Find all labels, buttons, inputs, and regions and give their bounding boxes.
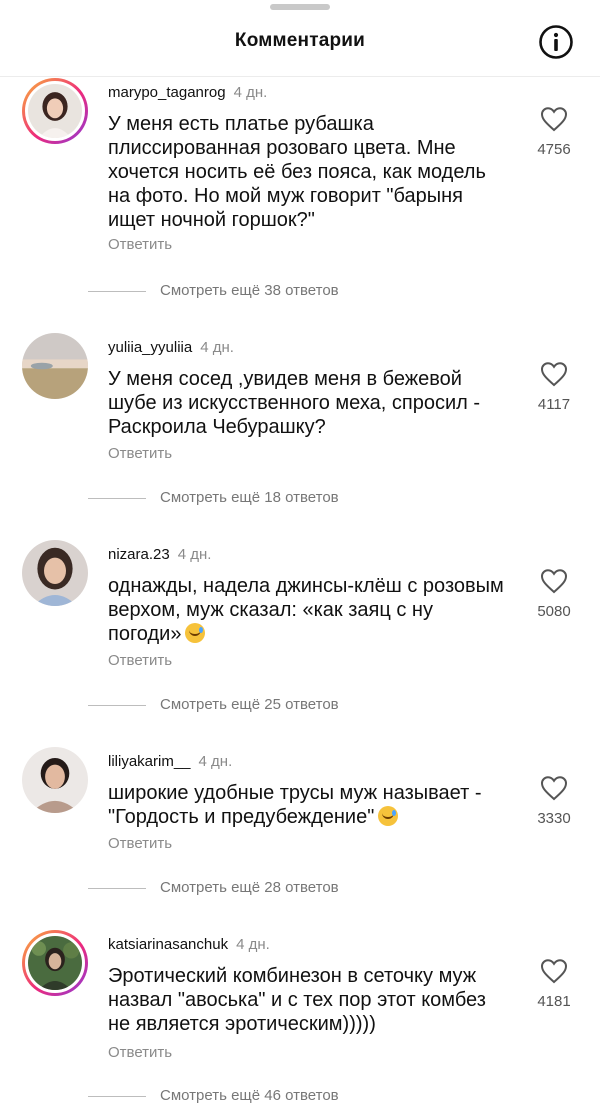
avatar[interactable]	[22, 78, 88, 144]
like-button[interactable]: 4181	[530, 958, 578, 1010]
like-button[interactable]: 3330	[530, 775, 578, 827]
comment-meta: marypo_taganrog 4 дн.	[108, 84, 267, 101]
comment-meta: nizara.23 4 дн.	[108, 546, 211, 563]
like-button[interactable]: 4756	[530, 106, 578, 158]
heart-icon	[540, 107, 568, 132]
like-count: 5080	[537, 603, 571, 620]
view-more-replies[interactable]: Смотреть ещё 25 ответов	[88, 696, 339, 713]
reply-button[interactable]: Ответить	[108, 445, 172, 462]
avatar[interactable]	[22, 333, 88, 399]
reply-button[interactable]: Ответить	[108, 1044, 172, 1061]
like-count: 3330	[537, 810, 571, 827]
info-icon[interactable]	[538, 24, 574, 60]
comment-time: 4 дн.	[200, 339, 234, 356]
comment-time: 4 дн.	[198, 753, 233, 770]
comment-username[interactable]: marypo_taganrog	[108, 84, 226, 101]
comment-time: 4 дн.	[177, 546, 212, 563]
reply-button[interactable]: Ответить	[108, 236, 172, 253]
like-count: 4756	[537, 141, 571, 158]
comments-header: Комментарии	[0, 0, 600, 77]
view-more-replies[interactable]: Смотреть ещё 38 ответов	[88, 282, 339, 299]
page-title: Комментарии	[234, 30, 366, 51]
comment-text: широкие удобные трусы муж называет - "Го…	[108, 782, 482, 828]
heart-icon	[540, 776, 568, 801]
view-more-replies[interactable]: Смотреть ещё 18 ответов	[88, 489, 339, 506]
like-count: 4117	[537, 396, 571, 413]
comment-username[interactable]: liliyakarim__	[108, 753, 191, 770]
like-count: 4181	[537, 993, 571, 1010]
comment-time: 4 дн.	[236, 936, 270, 953]
view-more-replies[interactable]: Смотреть ещё 46 ответов	[88, 1087, 339, 1104]
comment-text: однажды, надела джинсы-клёш с розовым ве…	[108, 575, 504, 645]
sweat-smile-emoji	[185, 623, 206, 643]
comment-text: У меня сосед ,увидев меня в бежевой шубе…	[108, 368, 481, 438]
comment-meta: katsiarinasanchuk 4 дн.	[108, 936, 270, 953]
heart-icon	[540, 959, 568, 984]
comment-text: У меня есть платье рубашка плиссированна…	[108, 113, 486, 231]
laughing-tears-emoji	[378, 806, 399, 826]
reply-button[interactable]: Ответить	[108, 835, 172, 852]
comment-meta: liliyakarim__ 4 дн.	[108, 753, 232, 770]
comment-text: Эротический комбинезон в сеточку муж наз…	[108, 965, 486, 1035]
like-button[interactable]: 4117	[530, 361, 578, 413]
avatar[interactable]	[22, 930, 88, 996]
comment-username[interactable]: katsiarinasanchuk	[108, 936, 228, 953]
view-more-replies-label: Смотреть ещё 46 ответов	[160, 1087, 339, 1104]
view-more-replies-label: Смотреть ещё 28 ответов	[160, 879, 339, 896]
avatar[interactable]	[22, 747, 88, 813]
comment-meta: yuliia_yyuliia 4 дн.	[108, 339, 234, 356]
view-more-replies-label: Смотреть ещё 18 ответов	[160, 489, 339, 506]
view-more-replies-label: Смотреть ещё 38 ответов	[160, 282, 339, 299]
comment-username[interactable]: nizara.23	[108, 546, 170, 563]
comment-time: 4 дн.	[233, 84, 268, 101]
reply-button[interactable]: Ответить	[108, 652, 172, 669]
view-more-replies-label: Смотреть ещё 25 ответов	[160, 696, 339, 713]
comment-username[interactable]: yuliia_yyuliia	[108, 339, 192, 356]
heart-icon	[540, 569, 568, 594]
view-more-replies[interactable]: Смотреть ещё 28 ответов	[88, 879, 339, 896]
heart-icon	[540, 362, 568, 387]
avatar[interactable]	[22, 540, 88, 606]
like-button[interactable]: 5080	[530, 568, 578, 620]
